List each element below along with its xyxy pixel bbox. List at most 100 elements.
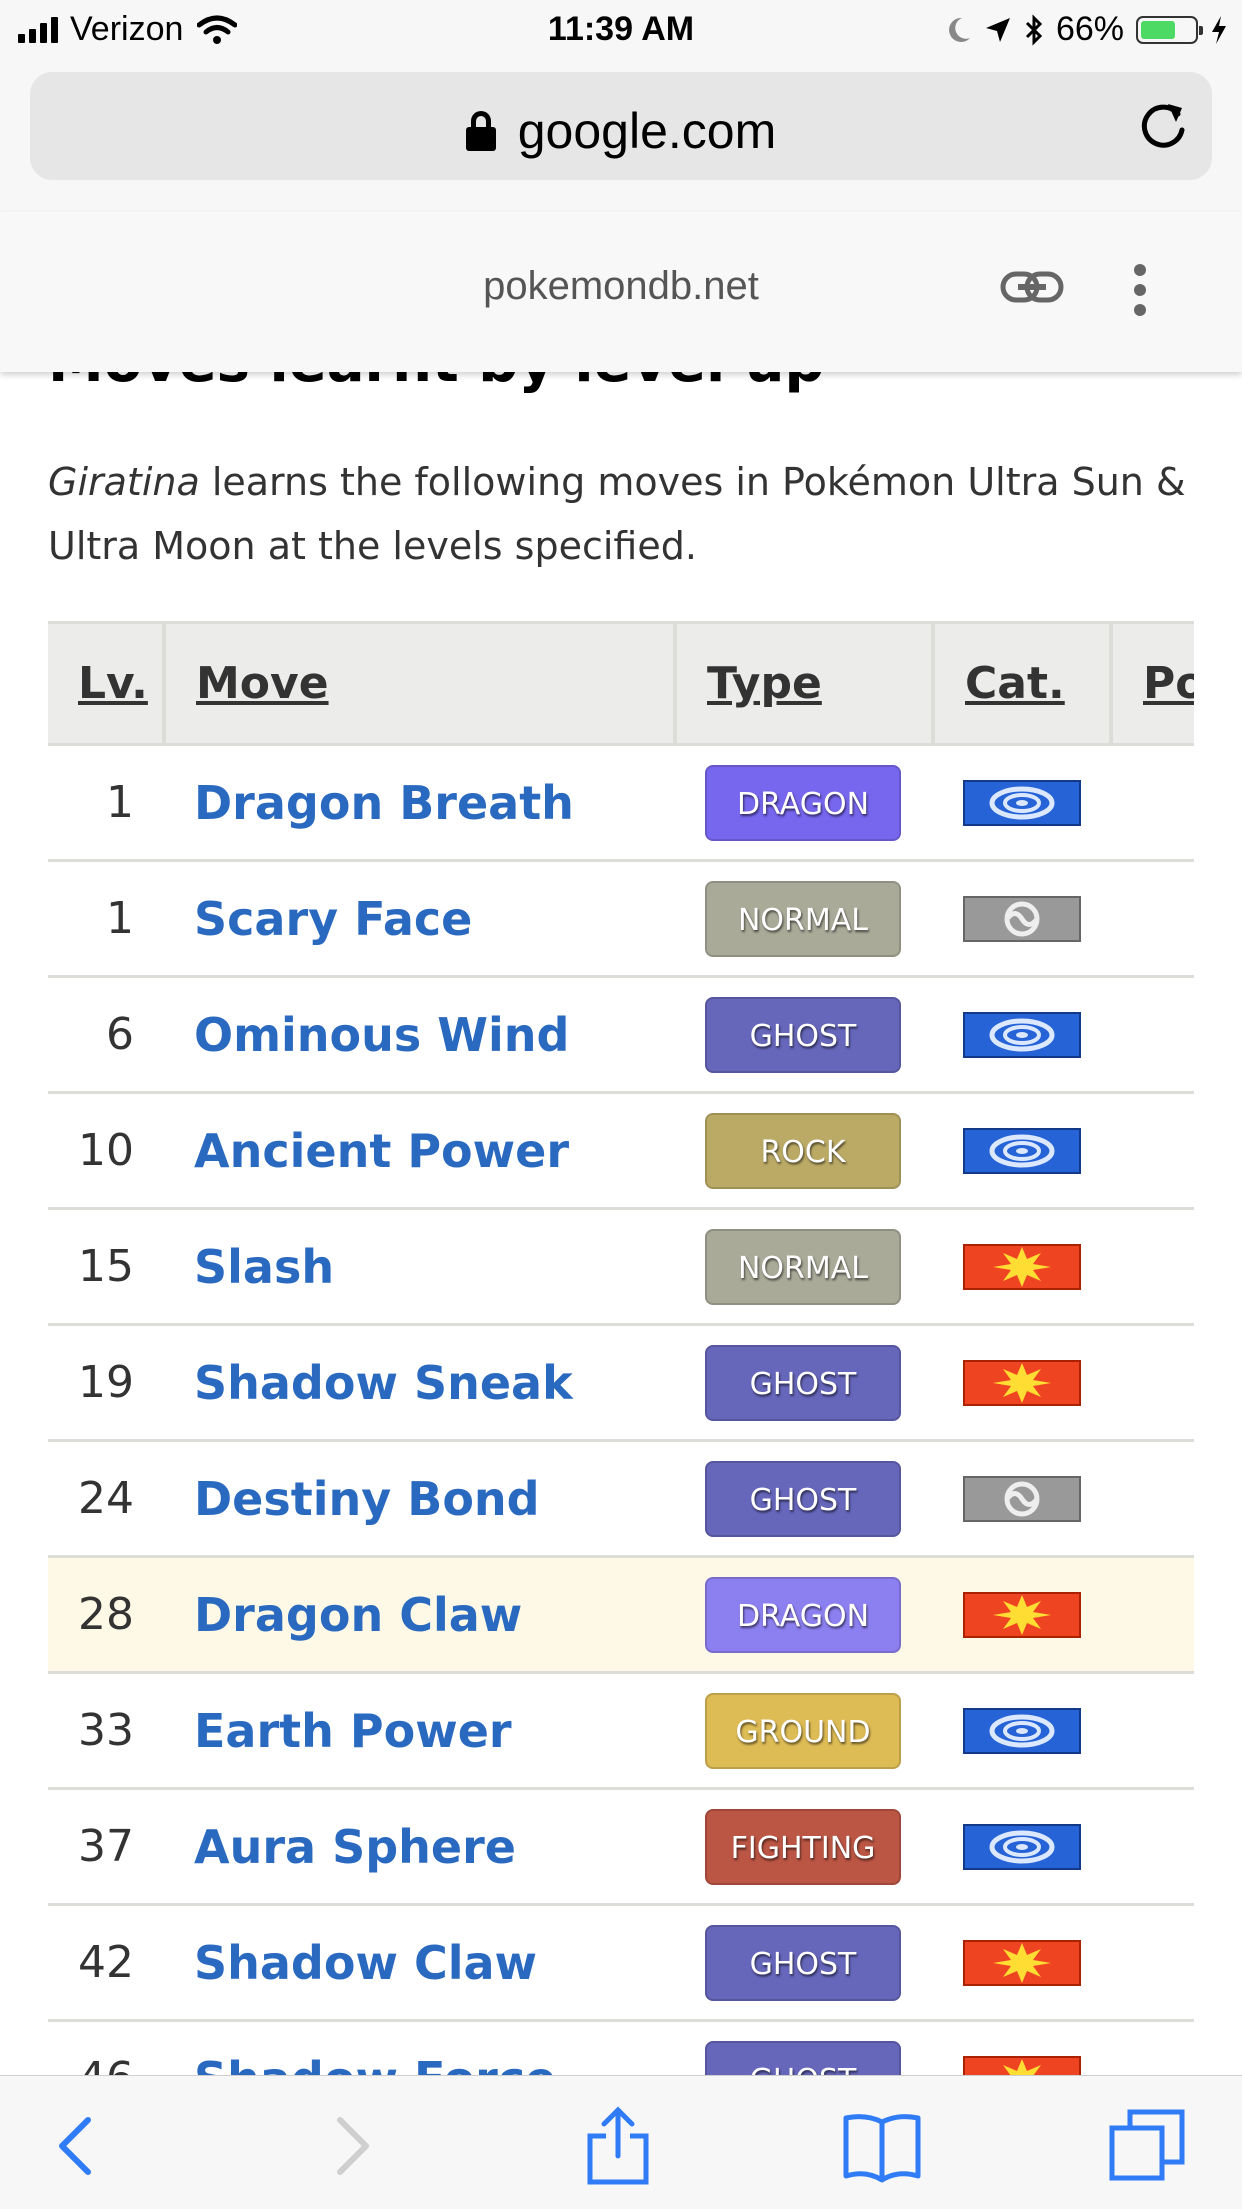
move-level: 28 [48,1556,164,1674]
page-content: Moves learnt by level up Giratina learns… [48,300,1194,2075]
header-type[interactable]: Type [675,621,935,746]
move-link[interactable]: Ominous Wind [164,976,675,1094]
table-row: 24 Destiny Bond GHOST [48,1440,1194,1558]
table-row: 6 Ominous Wind GHOST [48,976,1194,1094]
location-icon [985,17,1010,42]
move-link[interactable]: Scary Face [164,860,675,978]
type-badge[interactable]: GHOST [705,1344,901,1421]
power-cell [1111,1672,1194,1790]
battery-percent: 66% [1055,10,1124,48]
table-row: 1 Dragon Breath DRAGON [48,744,1194,862]
move-link[interactable]: Dragon Claw [164,1556,675,1674]
move-level: 19 [48,1324,164,1442]
special-move-icon [963,779,1110,826]
share-icon[interactable] [578,2106,658,2186]
status-bar: Verizon 11:39 AM 66% [0,0,1242,62]
power-cell [1111,1556,1194,1674]
move-link[interactable]: Slash [164,1208,675,1326]
status-move-icon [963,895,1110,942]
type-badge[interactable]: GHOST [705,2040,901,2075]
moon-icon [949,17,970,42]
power-cell [1111,744,1194,862]
type-badge[interactable]: GHOST [705,996,901,1073]
move-link[interactable]: Shadow Claw [164,1904,675,2022]
more-options-icon[interactable] [1130,262,1150,318]
move-level: 6 [48,976,164,1094]
move-link[interactable]: Dragon Breath [164,744,675,862]
browser-chrome: google.com [0,62,1242,213]
move-level: 10 [48,1092,164,1210]
url-domain: google.com [517,103,777,159]
table-row: 10 Ancient Power ROCK [48,1092,1194,1210]
move-link[interactable]: Earth Power [164,1672,675,1790]
physical-move-icon [963,2055,1110,2075]
special-move-icon [963,1823,1110,1870]
bluetooth-icon [1025,13,1043,46]
tabs-icon[interactable] [1108,2106,1188,2186]
move-level: 37 [48,1788,164,1906]
header-power[interactable]: Po [1111,621,1194,746]
table-row: 42 Shadow Claw GHOST [48,1904,1194,2022]
link-icon[interactable] [1000,266,1064,310]
move-level: 1 [48,860,164,978]
move-level: 33 [48,1672,164,1790]
address-bar[interactable]: google.com [30,72,1212,180]
power-cell [1111,2020,1194,2075]
moves-table: Lv. Move Type Cat. Po 1 Dragon Breath DRAG… [48,621,1194,2075]
move-level: 24 [48,1440,164,1558]
table-row: 37 Aura Sphere FIGHTING [48,1788,1194,1906]
type-badge[interactable]: FIGHTING [705,1808,901,1885]
move-link[interactable]: Shadow Sneak [164,1324,675,1442]
move-level: 15 [48,1208,164,1326]
type-badge[interactable]: NORMAL [705,880,901,957]
type-badge[interactable]: NORMAL [705,1228,901,1305]
physical-move-icon [963,1243,1110,1290]
battery-icon [1136,15,1203,44]
back-icon[interactable] [38,2106,118,2186]
table-row: 15 Slash NORMAL [48,1208,1194,1326]
type-badge[interactable]: GHOST [705,1924,901,2001]
move-link[interactable]: Aura Sphere [164,1788,675,1906]
table-row: 1 Scary Face NORMAL [48,860,1194,978]
power-cell [1111,1208,1194,1326]
physical-move-icon [963,1359,1110,1406]
browser-toolbar [0,2075,1242,2209]
move-link[interactable]: Ancient Power [164,1092,675,1210]
reload-icon[interactable] [1138,100,1190,152]
power-cell [1111,860,1194,978]
move-level: 42 [48,1904,164,2022]
power-cell [1111,1440,1194,1558]
header-move[interactable]: Move [164,621,677,746]
type-badge[interactable]: GHOST [705,1460,901,1537]
type-badge[interactable]: GROUND [705,1692,901,1769]
type-badge[interactable]: DRAGON [705,1576,901,1653]
move-level: 1 [48,744,164,862]
bookmarks-icon[interactable] [842,2106,922,2186]
intro-text: learns the following moves in Pokémon Ul… [48,460,1186,568]
type-badge[interactable]: ROCK [705,1112,901,1189]
move-link[interactable]: Destiny Bond [164,1440,675,1558]
table-header-row: Lv. Move Type Cat. Po [48,621,1194,746]
power-cell [1111,976,1194,1094]
status-move-icon [963,1475,1110,1522]
power-cell [1111,1904,1194,2022]
charging-icon [1212,15,1226,44]
power-cell [1111,1092,1194,1210]
physical-move-icon [963,1939,1110,1986]
power-cell [1111,1324,1194,1442]
header-category[interactable]: Cat. [933,621,1113,746]
header-level[interactable]: Lv. [48,621,166,746]
section-intro: Giratina learns the following moves in P… [48,450,1194,578]
table-row: 28 Dragon Claw DRAGON [48,1556,1194,1674]
special-move-icon [963,1127,1110,1174]
table-row: 19 Shadow Sneak GHOST [48,1324,1194,1442]
forward-icon[interactable] [310,2106,390,2186]
pokemon-name: Giratina [48,460,200,504]
lock-icon [465,110,496,151]
table-row: 33 Earth Power GROUND [48,1672,1194,1790]
amp-header: pokemondb.net [0,212,1242,372]
type-badge[interactable]: DRAGON [705,764,901,841]
special-move-icon [963,1011,1110,1058]
move-link[interactable]: Shadow Force [164,2020,675,2075]
table-row: 46Shadow Force GHOST [48,2020,1194,2075]
